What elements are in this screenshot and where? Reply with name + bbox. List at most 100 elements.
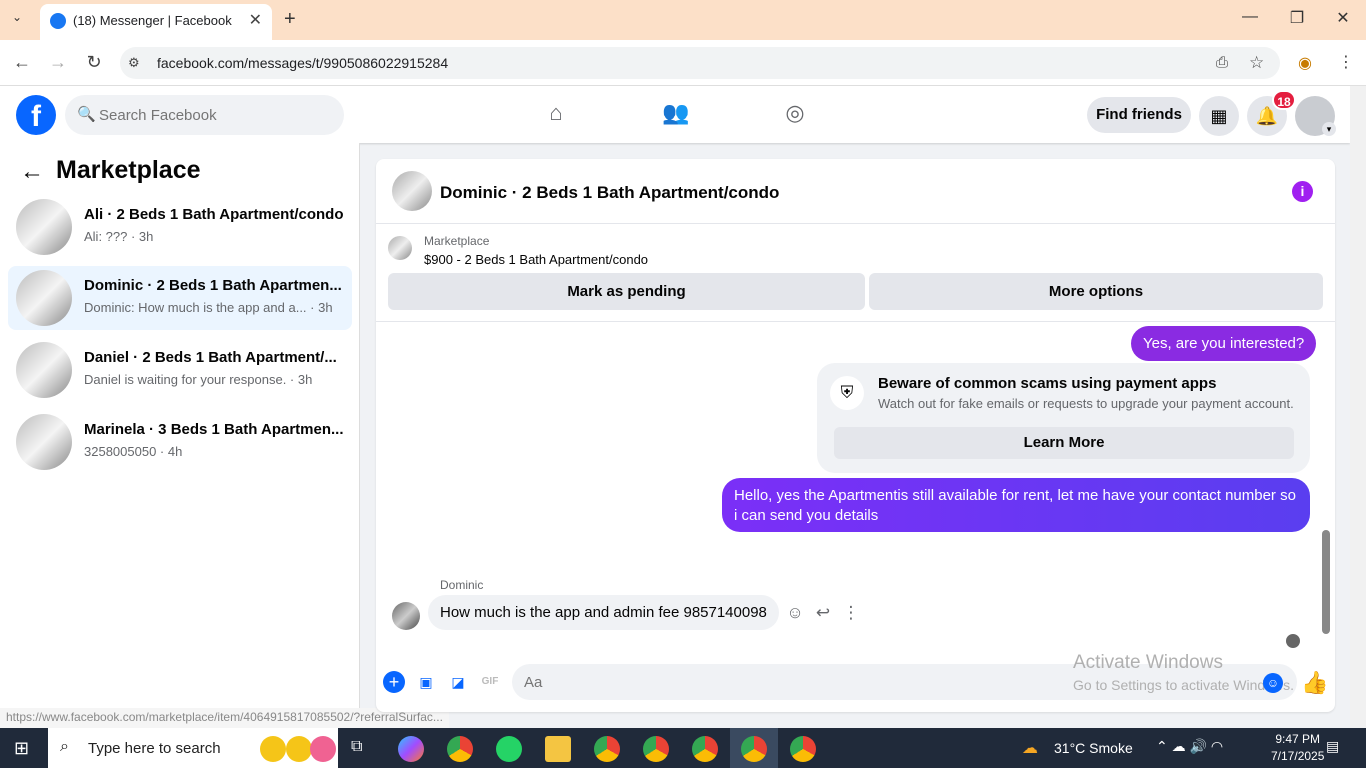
taskbar-clock[interactable]: 9:47 PM 7/17/2025 [1271, 731, 1324, 765]
file-explorer-icon[interactable] [545, 736, 571, 762]
chrome-profile-icon[interactable] [692, 736, 718, 762]
back-arrow-icon[interactable]: ← [20, 158, 44, 186]
search-icon: 🔍 [77, 106, 96, 123]
tab-search-icon[interactable]: ⌄ [12, 10, 22, 24]
outgoing-message[interactable]: Hello, yes the Apartmentis still availab… [722, 478, 1310, 532]
emoji-widget-icon[interactable] [310, 736, 336, 762]
minimize-icon[interactable]: — [1238, 8, 1262, 26]
install-app-icon[interactable]: ⎙ [1216, 54, 1228, 71]
groups-icon[interactable]: ◎ [780, 100, 810, 130]
more-actions-icon[interactable]: ⋮ [840, 603, 862, 623]
divider [376, 321, 1335, 322]
facebook-logo-icon[interactable]: f [16, 95, 56, 135]
outgoing-message[interactable]: Yes, are you interested? [1131, 326, 1317, 361]
friends-icon[interactable]: 👥 [661, 100, 691, 130]
chat-scrollbar-thumb[interactable] [1322, 530, 1330, 634]
sidebar-title: Marketplace [56, 156, 201, 184]
add-icon[interactable]: + [383, 671, 405, 693]
activate-windows-subtitle: Go to Settings to activate Windows. [1073, 677, 1294, 693]
chrome-icon[interactable] [447, 736, 473, 762]
emoji-widget-icon[interactable] [286, 736, 312, 762]
listing-thumbnail [16, 342, 72, 398]
divider [376, 223, 1335, 224]
notification-badge: 18 [1272, 90, 1296, 110]
conversation-name: Dominic · 2 Beds 1 Bath Apartmen... [84, 277, 342, 294]
activate-windows-title: Activate Windows [1073, 652, 1223, 673]
site-info-icon[interactable]: ⚙ [128, 55, 140, 71]
conversation-preview: Ali: ??? · 3h [84, 229, 154, 244]
listing-thumbnail [16, 199, 72, 255]
learn-more-button[interactable]: Learn More [834, 427, 1294, 459]
scam-warning-text: Watch out for fake emails or requests to… [878, 396, 1294, 411]
browser-menu-icon[interactable]: ⋮ [1338, 52, 1354, 72]
menu-grid-icon[interactable]: ▦ [1199, 96, 1239, 136]
chrome-profile-icon[interactable] [594, 736, 620, 762]
tab-close-icon[interactable]: ✕ [249, 10, 262, 30]
weather-icon[interactable]: ☁ [1022, 738, 1038, 758]
url-text[interactable]: facebook.com/messages/t/9905086022915284 [157, 55, 448, 71]
sticker-icon[interactable]: ◪ [447, 671, 469, 693]
more-options-button[interactable]: More options [869, 273, 1323, 310]
seen-avatar [1286, 634, 1300, 648]
conversation-item-daniel[interactable]: Daniel · 2 Beds 1 Bath Apartment/... Dan… [8, 338, 352, 402]
gif-icon[interactable]: GIF [479, 671, 501, 693]
whatsapp-icon[interactable] [496, 736, 522, 762]
page-scrollbar[interactable] [1350, 86, 1366, 728]
chrome-profile-icon[interactable] [741, 736, 767, 762]
conversation-item-marinela[interactable]: Marinela · 3 Beds 1 Bath Apartmen... 325… [8, 410, 352, 474]
shield-icon: ⛨ [830, 376, 864, 410]
browser-tab[interactable]: (18) Messenger | Facebook ✕ [40, 4, 272, 40]
copilot-icon[interactable] [398, 736, 424, 762]
home-icon[interactable]: ⌂ [541, 100, 571, 130]
clock-time: 9:47 PM [1275, 732, 1321, 746]
notification-center-icon[interactable]: ▤ [1326, 738, 1339, 755]
facebook-search[interactable]: 🔍 [65, 95, 344, 135]
account-chevron-down-icon[interactable]: ▾ [1322, 122, 1336, 136]
emoji-widget-icon[interactable] [260, 736, 286, 762]
back-icon[interactable]: ← [11, 52, 33, 73]
weather-text[interactable]: 31°C Smoke [1054, 740, 1133, 756]
profile-icon[interactable]: ◉ [1298, 53, 1312, 73]
tab-title: (18) Messenger | Facebook [73, 13, 232, 28]
restore-icon[interactable]: ❐ [1285, 8, 1309, 28]
incoming-message[interactable]: How much is the app and admin fee 985714… [428, 595, 779, 630]
windows-start-icon[interactable]: ⊞ [14, 738, 29, 759]
thumbs-up-icon[interactable]: 👍 [1301, 670, 1328, 696]
search-input[interactable] [99, 95, 334, 135]
conversation-preview: 3258005050 · 4h [84, 444, 183, 459]
reply-icon[interactable]: ↩ [812, 603, 834, 623]
chrome-profile-icon[interactable] [790, 736, 816, 762]
conversation-preview: Daniel is waiting for your response. · 3… [84, 372, 313, 387]
chat-listing-thumbnail[interactable] [392, 171, 432, 211]
sender-name: Dominic [440, 578, 484, 592]
marketplace-listing-thumbnail[interactable] [388, 236, 412, 260]
emoji-icon[interactable]: ☺ [1263, 673, 1283, 693]
listing-thumbnail [16, 414, 72, 470]
conversation-item-dominic[interactable]: Dominic · 2 Beds 1 Bath Apartmen... Domi… [8, 266, 352, 330]
react-emoji-icon[interactable]: ☺ [784, 603, 806, 623]
marketplace-label: Marketplace [424, 234, 490, 248]
window-close-icon[interactable]: ✕ [1331, 8, 1355, 28]
conversation-name: Ali · 2 Beds 1 Bath Apartment/condo [84, 206, 344, 223]
mark-as-pending-button[interactable]: Mark as pending [388, 273, 865, 310]
taskbar-search-text: Type here to search [88, 740, 221, 757]
reload-icon[interactable]: ↻ [83, 52, 105, 73]
conversation-name: Daniel · 2 Beds 1 Bath Apartment/... [84, 349, 337, 366]
chat-title[interactable]: Dominic · 2 Beds 1 Bath Apartment/condo [440, 183, 779, 203]
listing-thumbnail [16, 270, 72, 326]
task-view-icon[interactable]: ⧉ [351, 738, 362, 756]
bookmark-star-icon[interactable]: ☆ [1249, 53, 1264, 73]
search-icon: ⌕ [60, 738, 69, 755]
chrome-profile-icon[interactable] [643, 736, 669, 762]
info-icon[interactable]: i [1292, 181, 1313, 202]
conversation-name: Marinela · 3 Beds 1 Bath Apartmen... [84, 421, 344, 438]
sender-avatar[interactable] [392, 602, 420, 630]
facebook-favicon-icon [50, 13, 66, 29]
find-friends-button[interactable]: Find friends [1087, 97, 1191, 133]
listing-title[interactable]: $900 - 2 Beds 1 Bath Apartment/condo [424, 252, 648, 267]
photo-icon[interactable]: ▣ [415, 671, 437, 693]
forward-icon[interactable]: → [47, 52, 69, 73]
system-tray-icons[interactable]: ⌃ ☁ 🔊 ◠ [1156, 738, 1223, 755]
new-tab-icon[interactable]: + [284, 8, 296, 31]
conversation-item-ali[interactable]: Ali · 2 Beds 1 Bath Apartment/condo Ali:… [8, 195, 352, 259]
